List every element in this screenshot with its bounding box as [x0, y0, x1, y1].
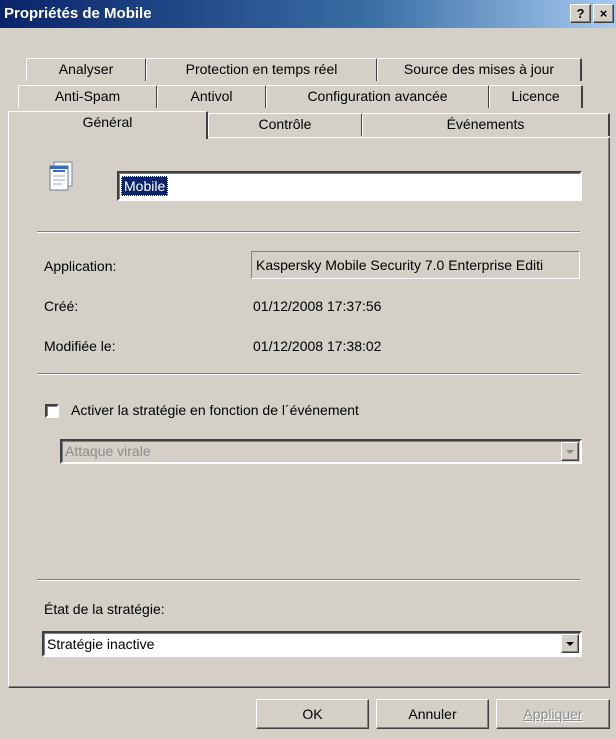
ok-button[interactable]: OK: [256, 699, 369, 729]
policy-icon: [46, 158, 82, 194]
tab-licence[interactable]: Licence: [489, 85, 583, 108]
tab-evenements[interactable]: Événements: [362, 113, 610, 136]
state-select-value: Stratégie inactive: [47, 636, 155, 652]
tab-label: Analyser: [58, 61, 114, 77]
window-title: Propriétés de Mobile: [4, 5, 152, 22]
tab-general[interactable]: Général: [8, 111, 208, 139]
policy-name-field[interactable]: Mobile: [117, 171, 582, 201]
state-select-dropdown-button[interactable]: [561, 634, 579, 653]
state-select[interactable]: Stratégie inactive: [42, 631, 582, 657]
policy-name-value: Mobile: [121, 176, 169, 196]
help-button[interactable]: ?: [570, 4, 591, 23]
tab-label: Configuration avancée: [307, 88, 448, 104]
tab-label: Anti-Spam: [54, 88, 121, 104]
separator: [37, 373, 580, 375]
tab-label: Contrôle: [258, 116, 312, 132]
tab-label: Antivol: [190, 88, 233, 104]
created-value: 01/12/2008 17:37:56: [253, 298, 382, 314]
application-label: Application:: [44, 258, 117, 274]
event-select-value: Attaque virale: [65, 443, 151, 459]
event-checkbox-label[interactable]: Activer la stratégie en fonction de l´év…: [71, 402, 359, 418]
close-button[interactable]: ×: [593, 4, 614, 23]
chevron-down-icon: [566, 642, 574, 646]
title-bar: Propriétés de Mobile ? ×: [0, 0, 616, 28]
tab-label: Source des mises à jour: [403, 61, 555, 77]
modified-value: 01/12/2008 17:38:02: [253, 338, 382, 354]
application-value: Kaspersky Mobile Security 7.0 Enterprise…: [251, 251, 580, 279]
separator: [37, 579, 580, 581]
event-checkbox[interactable]: [45, 404, 59, 418]
modified-label: Modifiée le:: [44, 338, 116, 354]
event-select-dropdown-button[interactable]: [561, 442, 579, 461]
apply-button[interactable]: Appliquer: [496, 699, 610, 729]
event-select[interactable]: Attaque virale: [60, 439, 582, 464]
tab-label: Protection en temps réel: [185, 61, 338, 77]
tab-controle[interactable]: Contrôle: [208, 113, 363, 136]
tab-label: Événements: [446, 116, 525, 132]
separator: [37, 231, 580, 233]
cancel-button[interactable]: Annuler: [376, 699, 489, 729]
chevron-down-icon: [566, 450, 574, 454]
tab-protection-temps-reel[interactable]: Protection en temps réel: [146, 58, 378, 81]
tab-analyser[interactable]: Analyser: [26, 58, 147, 81]
tab-source-mises-a-jour[interactable]: Source des mises à jour: [377, 58, 582, 81]
state-label: État de la stratégie:: [44, 601, 165, 617]
tab-configuration-avancee[interactable]: Configuration avancée: [266, 85, 490, 108]
created-label: Créé:: [44, 298, 79, 314]
tab-anti-spam[interactable]: Anti-Spam: [18, 85, 158, 108]
tab-label: Licence: [511, 88, 560, 104]
tab-antivol[interactable]: Antivol: [157, 85, 267, 108]
tab-label: Général: [82, 114, 133, 130]
